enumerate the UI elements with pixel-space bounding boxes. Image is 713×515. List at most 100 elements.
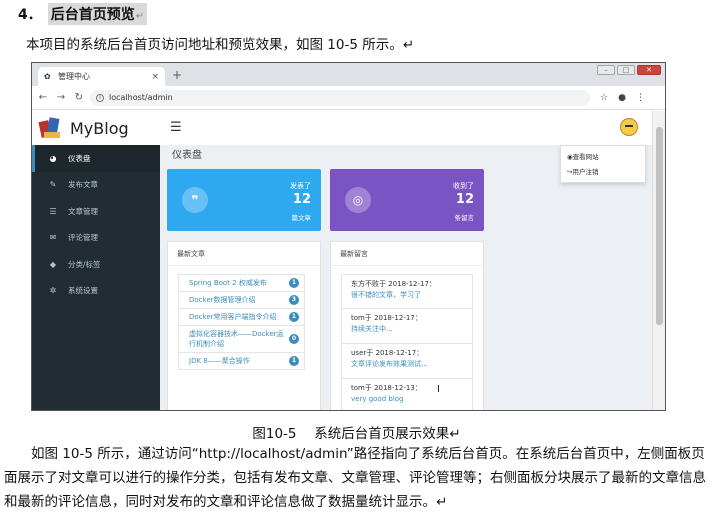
comment-list: 东方不败于 2018-12-17： 很不错的文章，学习了 tom于 2018-1…: [341, 274, 473, 410]
article-title: Spring Boot 2 权威发布: [189, 279, 267, 287]
section-heading: 4． 后台首页预览↵: [18, 3, 148, 25]
close-window-icon[interactable]: ✕: [637, 65, 661, 75]
url-field[interactable]: i localhost/admin: [90, 89, 590, 106]
comment-author: tom于 2018-12-13：: [351, 384, 422, 392]
panel-title: 最新文章: [168, 242, 320, 266]
gear-icon: ✲: [49, 286, 57, 296]
minimize-icon[interactable]: –: [597, 65, 615, 75]
brand[interactable]: MyBlog: [32, 111, 160, 145]
top-navbar: ☰: [160, 111, 652, 145]
figure-caption: 图10-5 系统后台首页展示效果↵: [252, 426, 461, 442]
comments-icon: ✉: [49, 233, 57, 243]
new-tab-button[interactable]: +: [172, 68, 182, 82]
stat-label: 收到了: [453, 182, 474, 190]
sidebar-item-label: 系统设置: [68, 286, 98, 296]
articles-stat-box: ❞ 发表了 12 篇文章: [167, 169, 321, 231]
sidebar-item-tags[interactable]: ◆ 分类/标签: [32, 251, 160, 278]
stat-unit: 篇文章: [291, 214, 312, 222]
list-item: tom于 2018-12-17： 持续关注中...: [341, 309, 473, 344]
quote-icon: ❞: [182, 187, 208, 213]
tab-close-icon[interactable]: ×: [151, 72, 159, 82]
star-icon[interactable]: ☆: [600, 93, 608, 103]
sidebar-item-label: 文章管理: [68, 206, 98, 216]
list-item[interactable]: Docker常用客户端指令介绍 1: [178, 309, 305, 326]
avatar[interactable]: [620, 118, 638, 136]
brand-name: MyBlog: [70, 118, 129, 138]
sidebar-item-publish[interactable]: ✎ 发布文章: [32, 172, 160, 199]
stat-value: 12: [455, 192, 474, 207]
sidebar-item-articles[interactable]: ☰ 文章管理: [32, 198, 160, 225]
divider: [32, 410, 665, 411]
scrollbar[interactable]: [652, 111, 665, 410]
comment-author: tom于 2018-12-17：: [351, 314, 422, 322]
page-title: 仪表盘: [172, 150, 202, 161]
browser-tab[interactable]: ✿ 管理中心 ×: [38, 67, 165, 86]
back-icon[interactable]: ←: [36, 92, 50, 103]
sidebar-item-label: 评论管理: [68, 233, 98, 243]
edit-icon: ✎: [49, 180, 57, 190]
browser-tab-bar: ✿ 管理中心 × + – □ ✕: [32, 63, 665, 86]
list-item: tom于 2018-12-13： very good blog: [341, 379, 473, 410]
list-item[interactable]: JDK 8——聚合操作 1: [178, 353, 305, 370]
profile-icon[interactable]: ●: [618, 93, 626, 103]
user-dropdown-menu: ◉查看网站 ↪用户注销: [560, 145, 646, 183]
article-list: Spring Boot 2 权威发布 1 Docker数据管理介绍 3 Dock…: [178, 274, 305, 370]
window-controls: – □ ✕: [597, 65, 661, 75]
tab-title: 管理中心: [58, 72, 90, 81]
comment-count-badge: 1: [289, 278, 299, 288]
section-title: 后台首页预览↵: [47, 3, 148, 25]
comment-link[interactable]: 文章评论发布效果测试...: [351, 359, 463, 370]
sidebar: MyBlog ◕ 仪表盘 ✎ 发布文章 ☰ 文章管理 ✉ 评论管理 ◆ 分类/标…: [32, 111, 160, 410]
text-cursor-icon: I: [437, 384, 440, 395]
view-site-link[interactable]: ◉查看网站: [567, 150, 639, 165]
stat-value: 12: [292, 192, 311, 207]
sidebar-item-comments[interactable]: ✉ 评论管理: [32, 225, 160, 252]
comment-author: user于 2018-12-17：: [351, 349, 424, 357]
maximize-icon[interactable]: □: [617, 65, 635, 75]
list-item: user于 2018-12-17： 文章评论发布效果测试...: [341, 344, 473, 379]
article-title: Docker常用客户端指令介绍: [189, 313, 277, 321]
logout-link[interactable]: ↪用户注销: [567, 165, 639, 180]
body-paragraph: 如图 10-5 所示，通过访问“http://localhost/admin”路…: [4, 446, 706, 510]
section-number: 4．: [18, 7, 42, 23]
list-item: 东方不败于 2018-12-17： 很不错的文章，学习了: [341, 274, 473, 309]
comment-author: 东方不败于 2018-12-17：: [351, 280, 436, 288]
sidebar-item-label: 分类/标签: [68, 259, 101, 269]
figure-screenshot: ✿ 管理中心 × + – □ ✕ ← → ↻ i localhost/admin…: [31, 62, 666, 411]
sidebar-menu: ◕ 仪表盘 ✎ 发布文章 ☰ 文章管理 ✉ 评论管理 ◆ 分类/标签 ✲ 系统设…: [32, 145, 160, 304]
comment-link[interactable]: very good blog: [351, 394, 463, 405]
article-title: 虚拟化容器技术——Docker运行机制介绍: [189, 330, 284, 348]
reload-icon[interactable]: ↻: [72, 92, 86, 103]
comment-count-badge: 1: [289, 312, 299, 322]
favicon-icon: ✿: [44, 72, 51, 81]
menu-dots-icon[interactable]: ⋮: [636, 93, 645, 103]
address-bar-row: ← → ↻ i localhost/admin ☆ ● ⋮: [32, 86, 665, 110]
info-icon[interactable]: i: [96, 93, 104, 102]
comments-stat-box: ◎ 收到了 12 条留言: [330, 169, 484, 231]
stat-unit: 条留言: [454, 214, 475, 222]
comment-count-badge: 3: [289, 295, 299, 305]
article-title: Docker数据管理介绍: [189, 296, 256, 304]
latest-articles-panel: 最新文章 Spring Boot 2 权威发布 1 Docker数据管理介绍 3…: [167, 241, 321, 410]
latest-comments-panel: 最新留言 东方不败于 2018-12-17： 很不错的文章，学习了 tom于 2…: [330, 241, 484, 410]
sidebar-item-label: 发布文章: [68, 180, 98, 190]
comment-link[interactable]: 很不错的文章，学习了: [351, 290, 463, 301]
scrollbar-thumb[interactable]: [656, 127, 663, 325]
sidebar-item-settings[interactable]: ✲ 系统设置: [32, 278, 160, 305]
list-item[interactable]: Spring Boot 2 权威发布 1: [178, 274, 305, 292]
sidebar-item-dashboard[interactable]: ◕ 仪表盘: [32, 145, 160, 172]
logo-icon: [38, 116, 64, 140]
comment-count-badge: 0: [289, 334, 299, 344]
list-item[interactable]: 虚拟化容器技术——Docker运行机制介绍 0: [178, 326, 305, 353]
comment-count-badge: 1: [289, 356, 299, 366]
tags-icon: ◆: [49, 259, 57, 269]
comment-link[interactable]: 持续关注中...: [351, 324, 463, 335]
list-icon: ☰: [49, 206, 57, 216]
stat-label: 发表了: [290, 182, 311, 190]
sidebar-item-label: 仪表盘: [68, 153, 91, 163]
intro-paragraph: 本项目的系统后台首页访问地址和预览效果，如图 10-5 所示。↵: [26, 37, 415, 53]
comment-icon: ◎: [345, 187, 371, 213]
list-item[interactable]: Docker数据管理介绍 3: [178, 292, 305, 309]
hamburger-icon[interactable]: ☰: [170, 120, 182, 135]
forward-icon[interactable]: →: [54, 92, 68, 103]
